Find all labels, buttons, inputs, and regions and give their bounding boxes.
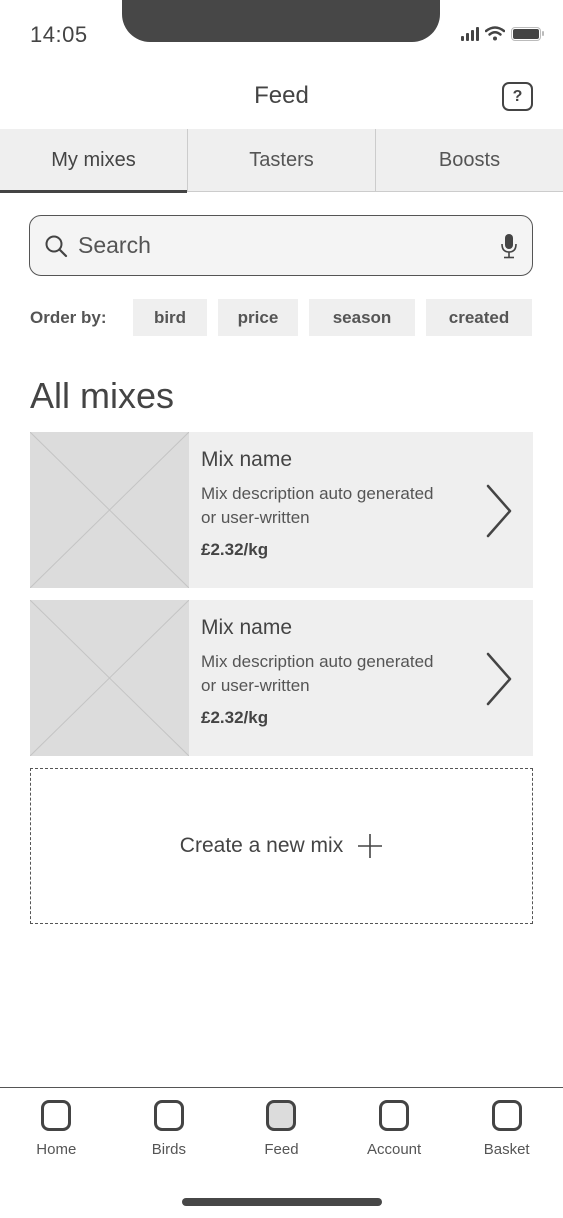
order-by-label: Order by: [30,307,107,327]
nav-item-account[interactable]: Account [338,1088,451,1167]
nav-item-birds[interactable]: Birds [113,1088,226,1167]
mix-card[interactable]: Mix name Mix description auto generated … [30,432,533,588]
mix-name: Mix name [201,448,293,471]
tab-my-mixes[interactable]: My mixes [0,129,188,193]
nav-item-feed[interactable]: Feed [225,1088,338,1167]
image-placeholder-icon [30,600,189,756]
birds-icon [153,1100,184,1131]
chevron-right-icon[interactable] [485,484,513,538]
order-by-row: Order by: bird price season created [30,299,532,336]
bottom-nav: Home Birds Feed Account Basket [0,1087,563,1167]
search-placeholder: Search [78,232,151,258]
mix-image-placeholder [30,432,189,588]
basket-icon [491,1100,522,1131]
tab-boosts[interactable]: Boosts [376,129,563,191]
mix-image-placeholder [30,600,189,756]
cellular-signal-icon [461,26,479,41]
mix-price: £2.32/kg [201,708,269,727]
microphone-icon[interactable] [500,233,518,259]
create-new-mix-button[interactable]: Create a new mix [30,768,533,924]
status-icons [461,26,544,41]
tab-tasters[interactable]: Tasters [188,129,376,191]
feed-icon [266,1100,297,1131]
nav-label: Home [36,1141,77,1158]
battery-icon [511,26,544,41]
mix-card[interactable]: Mix name Mix description auto generated … [30,600,533,756]
mix-name: Mix name [201,616,293,639]
chevron-right-icon[interactable] [485,652,513,706]
page-title: Feed [254,82,309,109]
mix-details: Mix name Mix description auto generated … [189,432,533,588]
nav-item-basket[interactable]: Basket [450,1088,563,1167]
nav-label: Account [366,1141,422,1158]
order-chip-price[interactable]: price [218,299,298,336]
help-icon: ? [512,87,523,105]
home-indicator[interactable] [182,1198,382,1206]
search-input[interactable]: Search [29,215,533,276]
mix-price: £2.32/kg [201,540,269,559]
plus-icon [358,834,383,858]
mix-description: Mix description auto generated or user-w… [201,484,434,527]
order-chip-bird[interactable]: bird [133,299,207,336]
tab-bar: My mixes Tasters Boosts [0,129,563,193]
wifi-icon [485,26,505,41]
nav-label: Basket [483,1141,530,1158]
order-chip-season[interactable]: season [309,299,415,336]
nav-label: Feed [264,1141,299,1158]
mix-details: Mix name Mix description auto generated … [189,600,533,756]
order-chip-created[interactable]: created [426,299,532,336]
mix-description: Mix description auto generated or user-w… [201,652,434,695]
image-placeholder-icon [30,432,189,588]
nav-label: Birds [151,1141,186,1158]
account-icon [379,1100,410,1131]
status-time: 14:05 [30,22,88,47]
create-new-mix-label: Create a new mix [179,834,344,857]
nav-item-home[interactable]: Home [0,1088,113,1167]
section-title: All mixes [30,375,175,416]
device-notch [122,0,440,42]
home-icon [41,1100,72,1131]
help-button[interactable]: ? [502,82,533,111]
search-icon [45,235,68,257]
